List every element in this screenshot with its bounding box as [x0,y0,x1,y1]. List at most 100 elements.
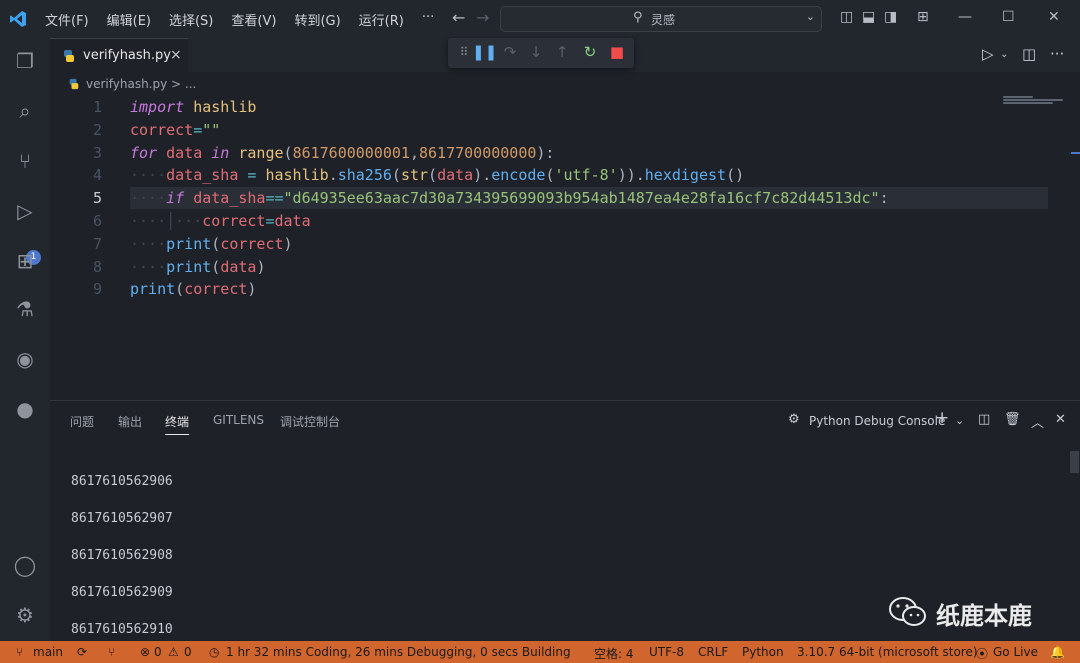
customize-layout-icon[interactable]: ⊞ [917,9,929,25]
menu-selection[interactable]: 选择(S) [169,10,213,29]
toggle-panel-icon[interactable]: ⬓ [862,9,875,25]
terminal-output-line: 8617610562908 [71,548,173,563]
go-live-label[interactable]: Go Live [993,645,1038,659]
explorer-icon[interactable]: ❐ [12,48,38,74]
code-line-8: ····print(data) [130,258,266,276]
wakatime-stats[interactable]: 1 hr 32 mins Coding, 26 mins Debugging, … [226,645,571,659]
toggle-secondary-sidebar-icon[interactable]: ◨ [884,9,897,25]
run-python-file-icon[interactable]: ▷ [982,45,994,63]
warnings-count[interactable]: 0 [184,645,192,659]
breadcrumb-path: verifyhash.py > ... [86,77,197,91]
errors-count[interactable]: 0 [154,645,162,659]
trash-icon[interactable]: 🗑 [1004,412,1021,427]
step-into-icon[interactable]: ↓ [526,43,546,61]
menu-more[interactable]: ··· [422,10,434,29]
close-tab-icon[interactable]: × [170,47,182,63]
account-icon[interactable]: ◯ [12,552,38,578]
sync-icon[interactable]: ⟳ [77,645,87,659]
stop-icon[interactable]: ■ [607,43,627,61]
close-panel-icon[interactable]: ✕ [1055,412,1066,427]
errors-icon[interactable]: ⊗ [140,645,150,659]
vscode-logo-icon [10,11,26,27]
maximize-icon[interactable]: ☐ [1002,9,1015,25]
activity-bar: ❐ ⌕ ⑂ ▷ 1 ⊞ ⚗ ◉ ● ◯ ⚙ [0,38,50,641]
language-mode[interactable]: Python [742,645,784,659]
menu-run[interactable]: 运行(R) [359,10,404,29]
code-line-5: ····if data_sha=="d64935ee63aac7d30a7343… [130,189,889,207]
forward-arrow-icon[interactable]: → [476,8,489,27]
tab-debug-console[interactable]: 调试控制台 [280,413,340,430]
minimap[interactable] [1003,96,1065,106]
split-terminal-icon[interactable]: ◫ [978,412,990,427]
chevron-down-icon[interactable]: ⌄ [806,10,815,23]
scrollbar-marker [1071,152,1080,154]
restart-icon[interactable]: ↻ [580,43,600,61]
code-line-7: ····print(correct) [130,235,293,253]
tab-terminal[interactable]: 终端 [165,413,190,435]
menu-edit[interactable]: 编辑(E) [107,10,151,29]
maximize-panel-chevron-icon[interactable]: ︿ [1031,412,1044,431]
terminal-output-line: 8617610562907 [71,511,173,526]
tab-problems[interactable]: 问题 [70,413,94,430]
indent-spaces[interactable]: 空格: 4 [594,645,634,662]
line-number: 8 [92,258,102,276]
tab-label: verifyhash.py [83,48,171,63]
testing-flask-icon[interactable]: ⚗ [12,296,38,322]
run-options-chevron-icon[interactable]: ⌄ [1000,49,1008,60]
menu-file[interactable]: 文件(F) [45,10,89,29]
search-icon: ⚲ [633,10,643,25]
step-out-icon[interactable]: ↑ [552,43,572,61]
terminal-output-line: 8617610562910 [71,622,173,637]
terminal-dropdown-chevron-icon[interactable]: ⌄ [955,414,964,427]
tab-verifyhash[interactable]: verifyhash.py × [50,38,188,73]
step-over-icon[interactable]: ↷ [500,43,520,61]
settings-gear-icon[interactable]: ⚙ [12,602,38,628]
menu-view[interactable]: 查看(V) [231,10,276,29]
pause-icon[interactable]: ❚❚ [472,43,497,61]
search-label: 灵感 [651,13,676,27]
command-center-search[interactable]: ⚲ 灵感 ⌄ [500,6,822,32]
terminal-output-line: 8617610562909 [71,585,173,600]
line-endings[interactable]: CRLF [698,645,728,659]
go-live-icon[interactable]: ⦿ [976,645,988,662]
minimize-icon[interactable]: — [958,9,972,25]
terminal-name[interactable]: Python Debug Console [809,414,945,428]
status-bar: ⑂ main ⟳ ⑂ ⊗ 0 ⚠ 0 ◷ 1 hr 32 mins Coding… [0,641,1080,663]
tab-gitlens[interactable]: GITLENS [213,413,264,427]
source-control-icon[interactable]: ⑂ [12,148,38,174]
drag-handle-icon[interactable]: ⠿ [454,45,474,59]
back-arrow-icon[interactable]: ← [452,8,465,27]
toggle-sidebar-icon[interactable]: ◫ [840,9,853,25]
file-encoding[interactable]: UTF-8 [649,645,684,659]
code-line-9: print(correct) [130,280,257,298]
notifications-bell-icon[interactable]: 🔔 [1050,645,1065,659]
run-debug-icon[interactable]: ▷ [12,198,38,224]
terminal-output-line: 8617610562906 [71,474,173,489]
search-icon[interactable]: ⌕ [12,98,38,124]
line-number: 9 [92,280,102,298]
more-actions-icon[interactable]: ··· [1050,45,1064,63]
line-number: 7 [92,235,102,253]
source-control-graph-icon[interactable]: ⑂ [108,645,115,659]
title-bar: 文件(F) 编辑(E) 选择(S) 查看(V) 转到(G) 运行(R) ··· … [0,0,1080,38]
terminal-scrollbar[interactable] [1070,451,1079,473]
branch-name[interactable]: main [33,645,63,659]
tab-output[interactable]: 输出 [118,413,142,430]
warnings-icon[interactable]: ⚠ [168,645,179,659]
breadcrumb[interactable]: verifyhash.py > ... [68,77,196,91]
clock-icon: ◷ [209,645,220,659]
menu-go[interactable]: 转到(G) [294,10,340,29]
new-terminal-icon[interactable]: + [935,408,949,428]
gitlens-icon[interactable]: ◉ [12,346,38,372]
line-number: 4 [92,166,102,184]
python-interpreter[interactable]: 3.10.7 64-bit (microsoft store) [797,645,978,659]
menu-bar: 文件(F) 编辑(E) 选择(S) 查看(V) 转到(G) 运行(R) ··· [45,10,452,29]
split-editor-icon[interactable]: ◫ [1022,45,1036,63]
branch-icon[interactable]: ⑂ [16,645,23,659]
github-icon[interactable]: ● [12,396,38,422]
close-window-icon[interactable]: ✕ [1048,9,1060,25]
line-number-current: 5 [92,189,102,207]
code-editor[interactable]: 1 2 3 4 5 6 7 8 9 import hashlib correct… [50,96,1080,400]
extensions-icon[interactable]: ⊞ [12,248,38,274]
line-number: 3 [92,144,102,162]
